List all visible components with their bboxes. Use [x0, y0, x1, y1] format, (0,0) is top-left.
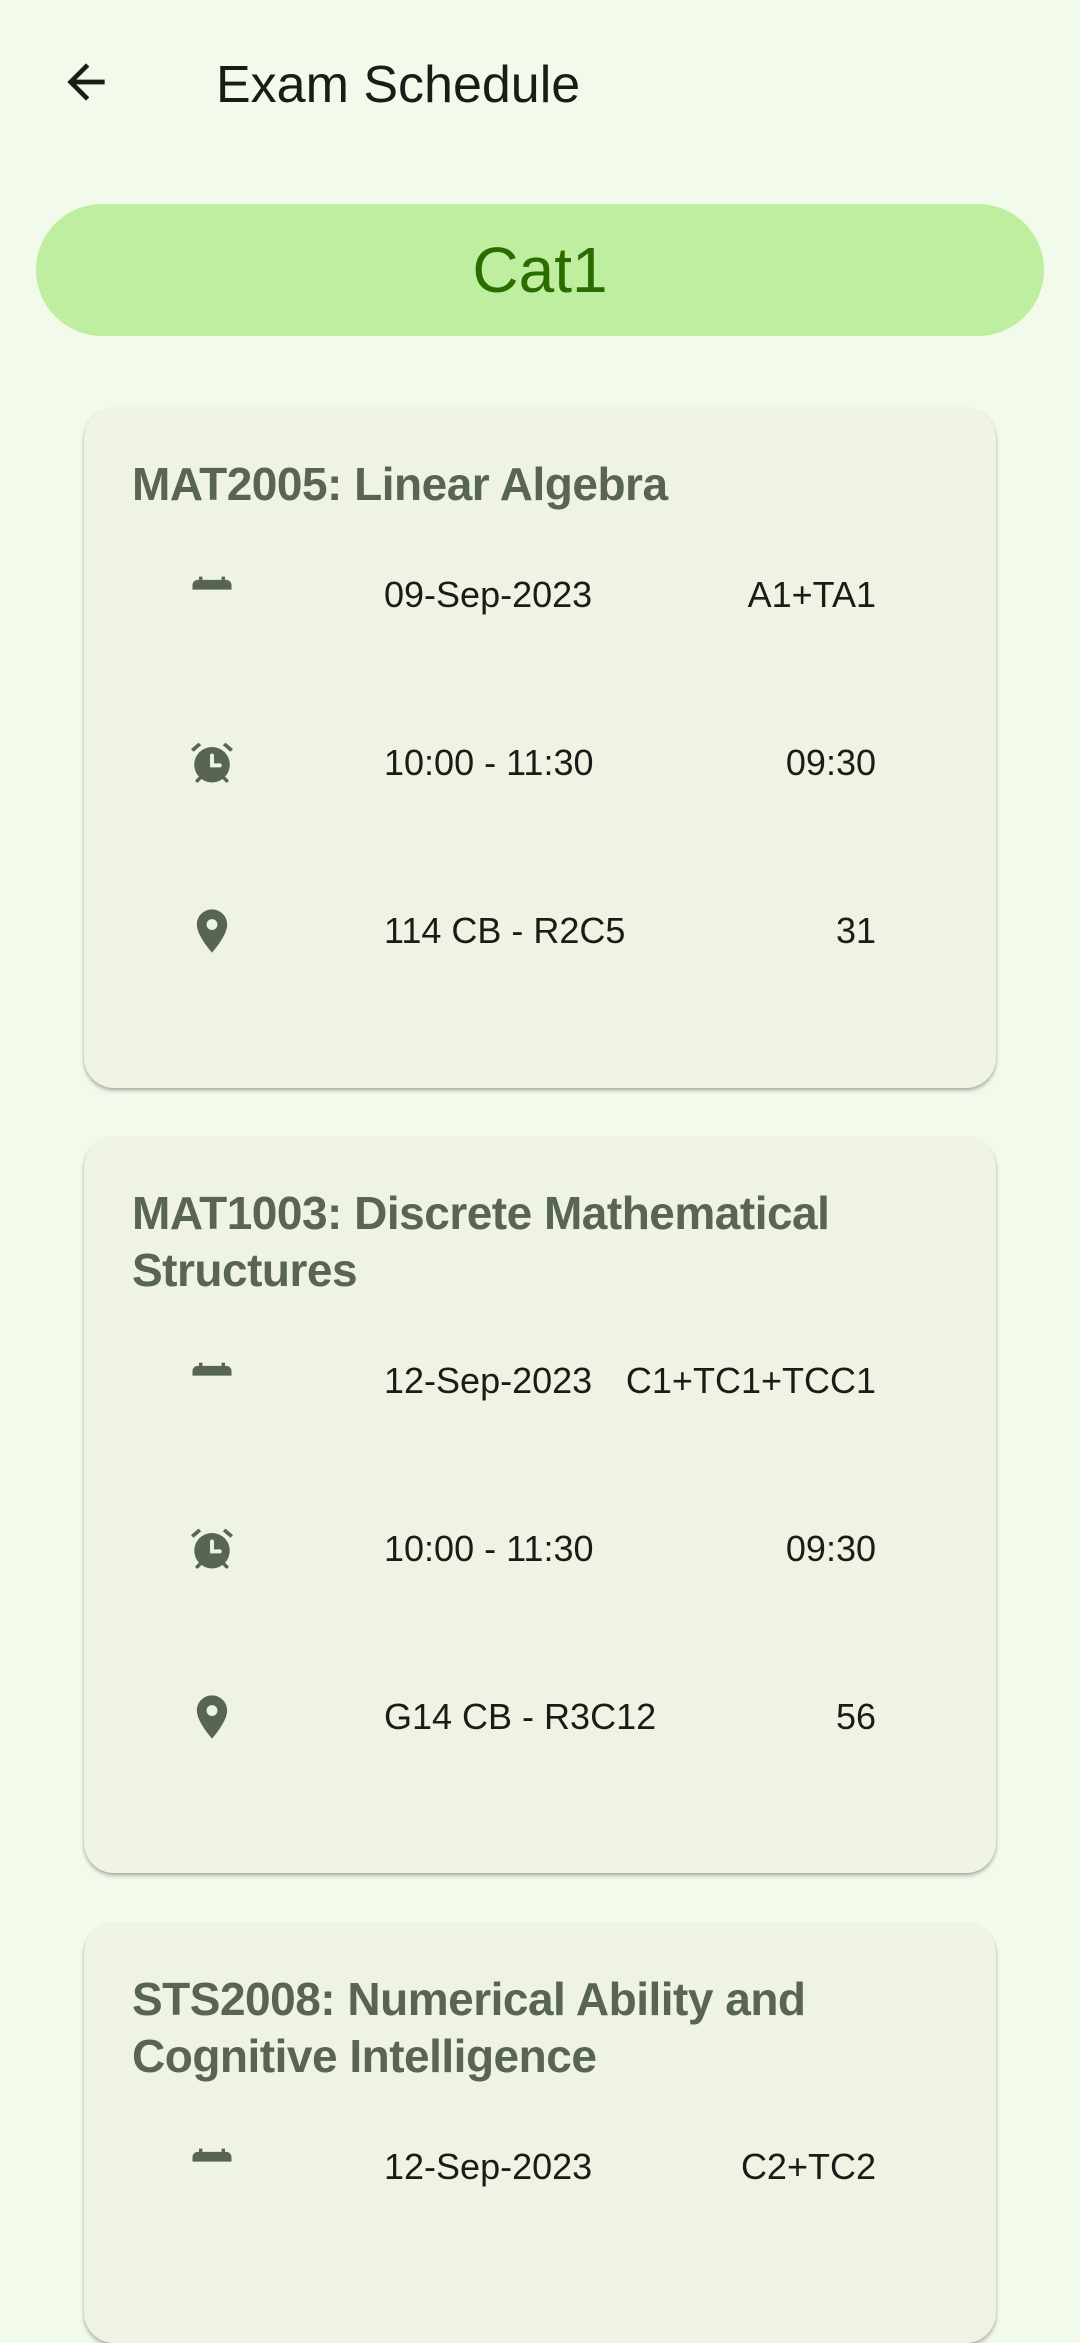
- exam-card[interactable]: MAT2005: Linear Algebra 09-Sep-2023 A1+T…: [84, 408, 996, 1088]
- exam-venue: G14 CB - R3C12: [384, 1696, 657, 1737]
- date-row: 12-Sep-2023 C1+TC1+TCC1: [132, 1351, 948, 1519]
- alarm-clock-icon: [186, 1523, 238, 1575]
- calendar-icon: [186, 2141, 238, 2193]
- calendar-icon: [186, 1355, 238, 1407]
- date-row: 09-Sep-2023 A1+TA1: [132, 565, 948, 733]
- exam-slot: A1+TA1: [747, 574, 876, 615]
- exam-card[interactable]: STS2008: Numerical Ability and Cognitive…: [84, 1923, 996, 2343]
- exam-card[interactable]: MAT1003: Discrete Mathematical Structure…: [84, 1137, 996, 1873]
- exam-details: 09-Sep-2023 A1+TA1 10:00 - 11:30 09:30 1…: [132, 565, 948, 1069]
- location-pin-icon: [186, 1691, 238, 1743]
- date-row: 12-Sep-2023 C2+TC2: [132, 2137, 948, 2305]
- exam-details: 12-Sep-2023 C2+TC2: [132, 2137, 948, 2305]
- seat-number: 31: [835, 910, 876, 951]
- exam-date: 09-Sep-2023: [384, 574, 593, 615]
- exam-venue: 114 CB - R2C5: [384, 910, 626, 951]
- exam-title: MAT2005: Linear Algebra: [132, 458, 668, 510]
- reporting-time: 09:30: [785, 742, 876, 783]
- reporting-time: 09:30: [785, 1528, 876, 1569]
- exam-details: 12-Sep-2023 C1+TC1+TCC1 10:00 - 11:30 09…: [132, 1351, 948, 1855]
- exam-slot: C2+TC2: [740, 2146, 876, 2187]
- exam-time: 10:00 - 11:30: [384, 1528, 594, 1569]
- arrow-back-icon: [67, 63, 105, 101]
- alarm-clock-icon: [186, 737, 238, 789]
- exam-title: MAT1003: Discrete Mathematical Structure…: [132, 1187, 830, 1296]
- category-chip[interactable]: Cat1: [36, 204, 1044, 336]
- exam-title: STS2008: Numerical Ability and Cognitive…: [132, 1973, 806, 2082]
- time-row: 10:00 - 11:30 09:30: [132, 733, 948, 901]
- top-app-bar: Exam Schedule: [0, 0, 1080, 170]
- venue-row: 114 CB - R2C5 31: [132, 901, 948, 1069]
- time-row: 10:00 - 11:30 09:30: [132, 1519, 948, 1687]
- location-pin-icon: [186, 905, 238, 957]
- calendar-icon: [186, 569, 238, 621]
- venue-row: G14 CB - R3C12 56: [132, 1687, 948, 1855]
- page-title: Exam Schedule: [216, 56, 581, 114]
- seat-number: 56: [835, 1696, 876, 1737]
- exam-date: 12-Sep-2023: [384, 2146, 593, 2187]
- exam-time: 10:00 - 11:30: [384, 742, 594, 783]
- back-button[interactable]: [44, 40, 128, 124]
- exam-slot: C1+TC1+TCC1: [625, 1360, 876, 1401]
- exam-date: 12-Sep-2023: [384, 1360, 593, 1401]
